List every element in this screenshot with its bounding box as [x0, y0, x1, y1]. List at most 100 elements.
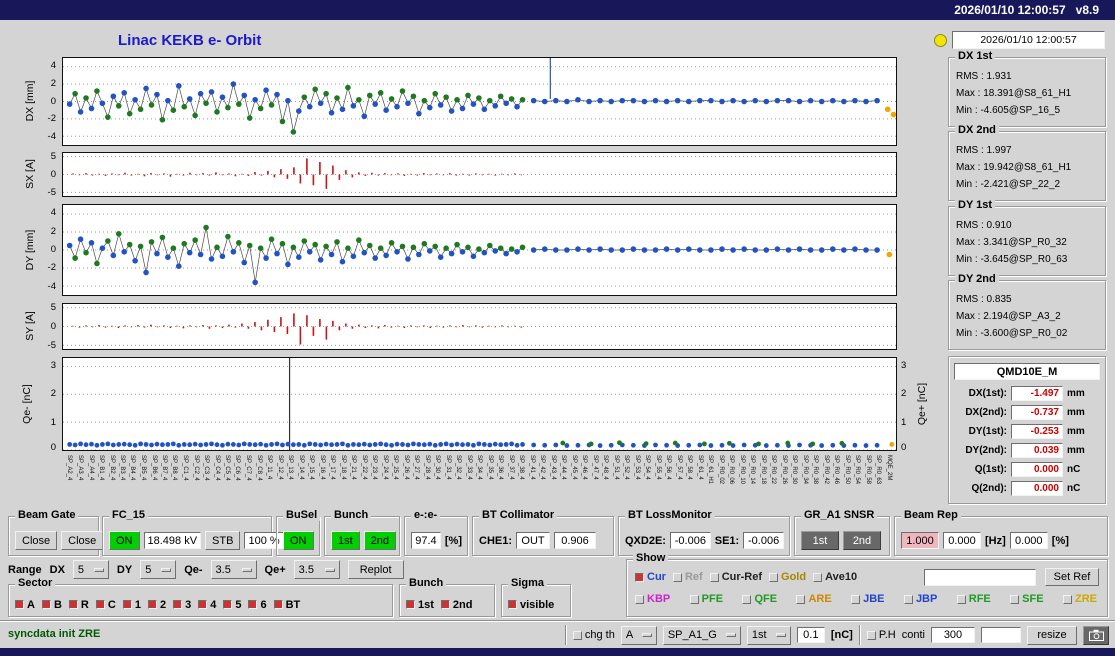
- range-qe-plus-select[interactable]: 3.5: [294, 560, 340, 579]
- checkbox-Ave10[interactable]: Ave10: [813, 571, 857, 583]
- chg-th-indicator: [573, 631, 582, 640]
- bunch-select[interactable]: 1st: [747, 626, 791, 645]
- y-tick-label: 0: [51, 169, 56, 180]
- show-overlay-checkboxes: KBP PFE QFE ARE JBE JBP RFE SFE ZRE: [635, 593, 1097, 605]
- ref-file-input[interactable]: [924, 569, 1036, 586]
- ph-checkbox[interactable]: P.H: [867, 629, 896, 641]
- checkbox-1st[interactable]: 1st: [406, 599, 434, 611]
- x-axis-label: SP_37_4: [508, 455, 514, 480]
- beam-rep-pct-display: 0.000: [1010, 532, 1048, 549]
- checkbox-2nd[interactable]: 2nd: [441, 599, 473, 611]
- ee-ratio-panel: e-:e- 97.4 [%]: [404, 516, 468, 556]
- checkbox-visible[interactable]: visible: [508, 599, 554, 611]
- y-tick-label: 5: [51, 302, 56, 313]
- checkbox-KBP[interactable]: KBP: [635, 593, 670, 605]
- x-axis-label: SP_R0_34: [802, 455, 808, 484]
- replot-button[interactable]: Replot: [348, 560, 404, 579]
- x-axis-label: SP_47_4: [592, 455, 598, 480]
- fc15-on-button[interactable]: ON: [109, 531, 140, 550]
- bpm-select[interactable]: SP_A1_G: [663, 626, 741, 645]
- checkbox-label: JBP: [916, 593, 937, 605]
- sector-select[interactable]: A: [621, 626, 657, 645]
- x-axis-label: SP_24_4: [382, 455, 388, 480]
- x-axis-label: SP_51_4: [613, 455, 619, 480]
- q-ytick-labels-right: 3210: [899, 357, 915, 451]
- checkbox-1[interactable]: 1: [123, 599, 141, 611]
- checkbox-Cur-Ref[interactable]: Cur-Ref: [710, 571, 762, 583]
- checkbox-label: Cur-Ref: [722, 571, 762, 583]
- x-axis-label: SP_31_4: [445, 455, 451, 480]
- checkbox-A[interactable]: A: [15, 599, 35, 611]
- checkbox-ZRE[interactable]: ZRE: [1063, 593, 1097, 605]
- qmd-row-label: Q(1st):: [953, 464, 1007, 475]
- checkbox-label: 1: [135, 599, 141, 611]
- titlebar-datetime: 2026/01/10 12:00:57: [954, 3, 1065, 17]
- qmd-row: DY(2nd): 0.039 mm: [953, 441, 1101, 460]
- se1-value-display: -0.006: [743, 532, 784, 549]
- y-tick-label: 2: [51, 78, 56, 89]
- checkbox-PFE[interactable]: PFE: [690, 593, 723, 605]
- gr-a1-1st-button[interactable]: 1st: [801, 531, 839, 550]
- checkbox-6[interactable]: 6: [248, 599, 266, 611]
- show-title: Show: [633, 552, 668, 564]
- bunch-2nd-button[interactable]: 2nd: [364, 531, 396, 550]
- checkbox-Cur[interactable]: Cur: [635, 571, 666, 583]
- checkbox-R[interactable]: R: [69, 599, 89, 611]
- checkbox-3[interactable]: 3: [173, 599, 191, 611]
- fc15-kv-display: 18.498 kV: [144, 532, 202, 549]
- dy-1st-stats-title: DY 1st: [955, 199, 995, 211]
- fc15-stb-button[interactable]: STB: [205, 531, 240, 550]
- checkbox-2[interactable]: 2: [148, 599, 166, 611]
- busel-on-button[interactable]: ON: [283, 531, 314, 550]
- checkbox-indicator: [223, 600, 232, 609]
- beam-gate-close-2-button[interactable]: Close: [61, 531, 103, 550]
- resize-button[interactable]: resize: [1027, 626, 1077, 645]
- checkbox-BT[interactable]: BT: [274, 599, 301, 611]
- checkbox-Gold[interactable]: Gold: [769, 571, 806, 583]
- y-tick-label: -5: [48, 187, 56, 198]
- fc15-panel: FC_15 ON 18.498 kV STB 100 %: [102, 516, 272, 556]
- checkbox-ARE[interactable]: ARE: [796, 593, 831, 605]
- checkbox-5[interactable]: 5: [223, 599, 241, 611]
- chg-th-checkbox[interactable]: chg th: [573, 629, 615, 641]
- checkbox-label: B: [54, 599, 62, 611]
- x-axis-label: SP_B2_4: [109, 455, 115, 480]
- checkbox-Ref[interactable]: Ref: [673, 571, 703, 583]
- checkbox-JBP[interactable]: JBP: [904, 593, 937, 605]
- qmd-row-label: DX(2nd):: [953, 407, 1007, 418]
- range-qe-minus-select[interactable]: 3.5: [211, 560, 257, 579]
- x-axis-label: SP_R0_50: [844, 455, 850, 484]
- bunch-1st-button[interactable]: 1st: [331, 531, 360, 550]
- dx-2nd-stats-panel: DX 2nd RMS : 1.997 Max : 19.942@S8_61_H1…: [948, 131, 1106, 201]
- checkbox-B[interactable]: B: [42, 599, 62, 611]
- x-axis-label: SP_55_4: [655, 455, 661, 480]
- checkbox-indicator: [123, 600, 132, 609]
- x-axis-label: SP_C8_4: [256, 455, 262, 481]
- qmd-row-value: 0.000: [1011, 462, 1063, 477]
- beam-gate-close-1-button[interactable]: Close: [15, 531, 57, 550]
- x-axis-label: SP_54_4: [644, 455, 650, 480]
- y-tick-label: 0: [901, 442, 906, 453]
- dy-plot: [62, 204, 897, 296]
- range-dy-select[interactable]: 5: [140, 560, 176, 579]
- checkbox-label: ARE: [808, 593, 831, 605]
- threshold-value[interactable]: 0.1: [797, 627, 825, 643]
- checkbox-C[interactable]: C: [96, 599, 116, 611]
- checkbox-4[interactable]: 4: [198, 599, 216, 611]
- sector-select-value: A: [626, 629, 633, 641]
- camera-button[interactable]: [1083, 626, 1109, 645]
- gr-a1-2nd-button[interactable]: 2nd: [843, 531, 881, 550]
- checkbox-indicator: [769, 573, 778, 582]
- set-ref-button[interactable]: Set Ref: [1045, 568, 1099, 586]
- checkbox-JBE[interactable]: JBE: [851, 593, 884, 605]
- range-dx-select[interactable]: 5: [73, 560, 109, 579]
- bunch-select-title: Bunch: [406, 577, 446, 589]
- interval-value[interactable]: 300: [931, 627, 975, 643]
- checkbox-RFE[interactable]: RFE: [957, 593, 991, 605]
- checkbox-QFE[interactable]: QFE: [742, 593, 777, 605]
- qmd-row-label: DX(1st):: [953, 388, 1007, 399]
- blank-input[interactable]: [981, 627, 1021, 643]
- checkbox-SFE[interactable]: SFE: [1010, 593, 1043, 605]
- x-axis-label: SP_46_4: [581, 455, 587, 480]
- qmd-monitor-name[interactable]: QMD10E_M: [954, 363, 1100, 380]
